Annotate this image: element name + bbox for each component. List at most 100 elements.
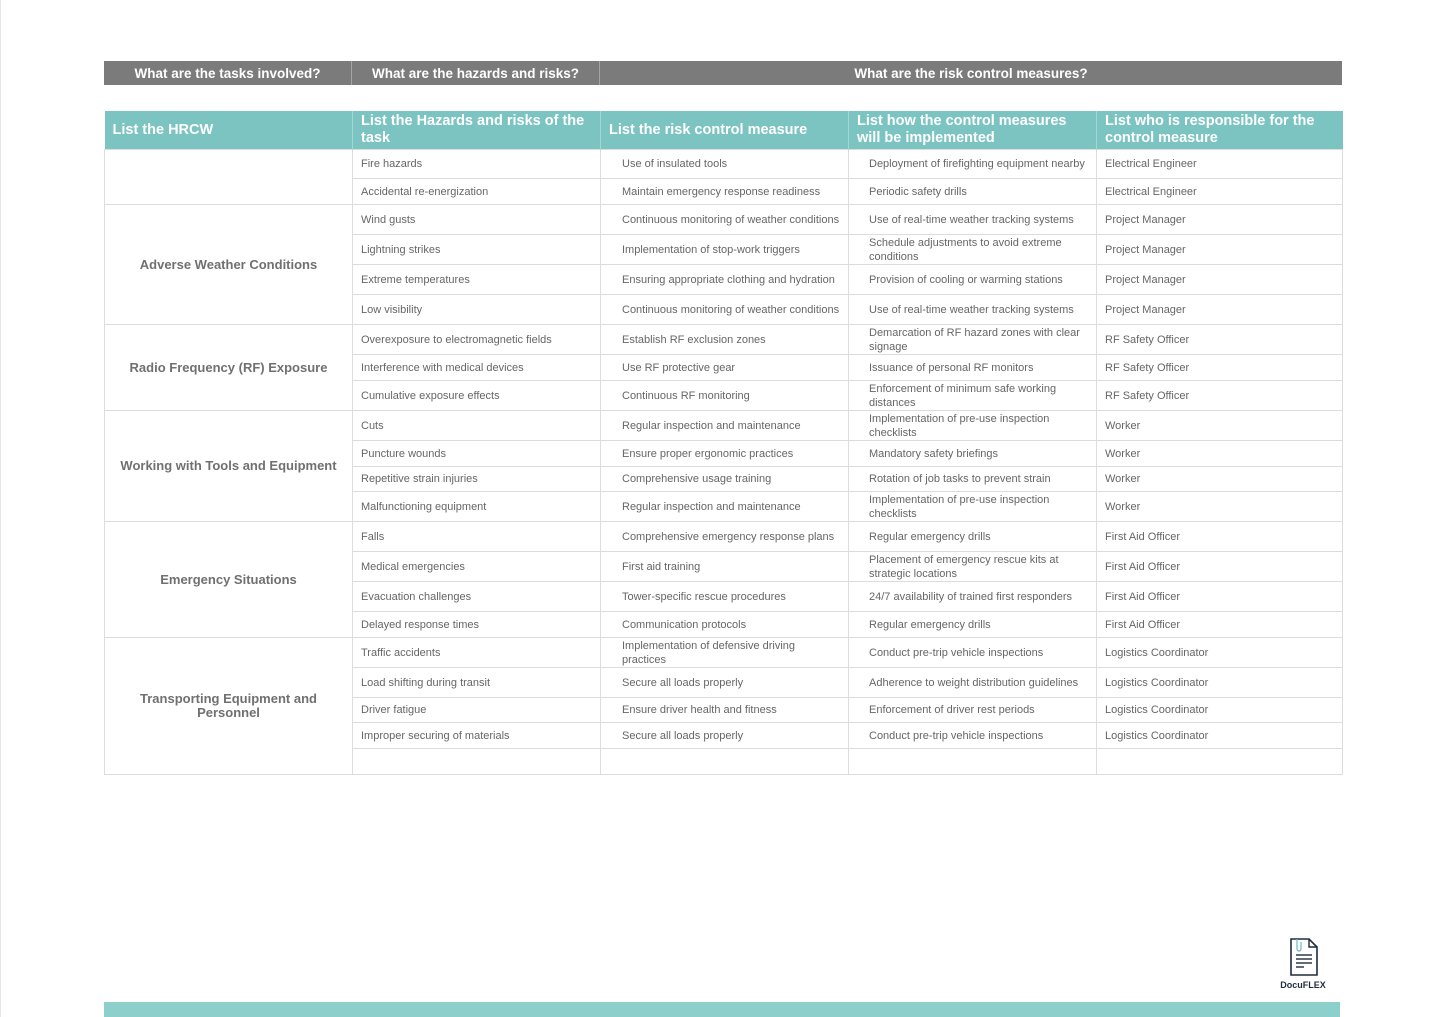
responsible-cell: RF Safety Officer xyxy=(1096,354,1343,381)
control-cell: Comprehensive usage training xyxy=(600,466,849,492)
control-cell: Secure all loads properly xyxy=(600,667,849,698)
responsible-cell: Logistics Coordinator xyxy=(1096,697,1343,723)
responsible-cell: Worker xyxy=(1096,466,1343,492)
task-cell: Working with Tools and Equipment xyxy=(104,410,353,522)
hazard-cell: Puncture wounds xyxy=(352,440,601,467)
control-cell: Maintain emergency response readiness xyxy=(600,178,849,205)
logo-name: DocuFLEX xyxy=(1280,980,1326,990)
responsible-cell xyxy=(1096,748,1343,775)
responsible-cell: Worker xyxy=(1096,440,1343,467)
control-cell: First aid training xyxy=(600,551,849,582)
control-cell: Use RF protective gear xyxy=(600,354,849,381)
control-cell: Ensure proper ergonomic practices xyxy=(600,440,849,467)
column-header-responsible: List who is responsible for the control … xyxy=(1096,111,1343,150)
section-header-hazards: What are the hazards and risks? xyxy=(352,61,600,85)
implementation-cell: Conduct pre-trip vehicle inspections xyxy=(848,722,1097,749)
responsible-cell: Worker xyxy=(1096,410,1343,441)
section-header-controls: What are the risk control measures? xyxy=(854,65,1088,81)
hazard-cell: Repetitive strain injuries xyxy=(352,466,601,492)
responsible-cell: First Aid Officer xyxy=(1096,521,1343,552)
hazard-cell: Malfunctioning equipment xyxy=(352,491,601,522)
control-cell: Ensuring appropriate clothing and hydrat… xyxy=(600,264,849,295)
control-cell: Continuous monitoring of weather conditi… xyxy=(600,204,849,235)
section-header-bar: What are the tasks involved? What are th… xyxy=(104,61,1342,85)
hazard-cell: Overexposure to electromagnetic fields xyxy=(352,324,601,355)
implementation-cell: Use of real-time weather tracking system… xyxy=(848,294,1097,325)
implementation-cell: Deployment of firefighting equipment nea… xyxy=(848,149,1097,179)
task-cell: Transporting Equipment and Personnel xyxy=(104,637,353,775)
responsible-cell: RF Safety Officer xyxy=(1096,324,1343,355)
hazard-cell: Lightning strikes xyxy=(352,234,601,265)
responsible-cell: Electrical Engineer xyxy=(1096,178,1343,205)
hazard-cell: Wind gusts xyxy=(352,204,601,235)
hazard-cell: Cuts xyxy=(352,410,601,441)
task-cell: Adverse Weather Conditions xyxy=(104,204,353,325)
hazard-cell xyxy=(352,748,601,775)
implementation-cell: Rotation of job tasks to prevent strain xyxy=(848,466,1097,492)
column-header-hrcw: List the HRCW xyxy=(104,111,353,150)
implementation-cell: Issuance of personal RF monitors xyxy=(848,354,1097,381)
risk-assessment-table: List the HRCW List the Hazards and risks… xyxy=(104,111,1343,775)
responsible-cell: First Aid Officer xyxy=(1096,581,1343,612)
section-header-tasks: What are the tasks involved? xyxy=(104,61,352,85)
hazard-cell: Falls xyxy=(352,521,601,552)
control-cell: Ensure driver health and fitness xyxy=(600,697,849,723)
control-cell: Comprehensive emergency response plans xyxy=(600,521,849,552)
implementation-cell xyxy=(848,748,1097,775)
implementation-cell: Demarcation of RF hazard zones with clea… xyxy=(848,324,1097,355)
responsible-cell: Logistics Coordinator xyxy=(1096,722,1343,749)
implementation-cell: Placement of emergency rescue kits at st… xyxy=(848,551,1097,582)
table-row: Working with Tools and Equipment Cuts Regu… xyxy=(104,410,1343,522)
responsible-cell: Logistics Coordinator xyxy=(1096,637,1343,668)
page-edge xyxy=(0,0,1,1017)
implementation-cell: Mandatory safety briefings xyxy=(848,440,1097,467)
table-row: Emergency Situations Falls Comprehensive e… xyxy=(104,521,1343,638)
hazard-cell: Improper securing of materials xyxy=(352,722,601,749)
responsible-cell: First Aid Officer xyxy=(1096,611,1343,638)
responsible-cell: First Aid Officer xyxy=(1096,551,1343,582)
control-cell: Communication protocols xyxy=(600,611,849,638)
task-cell: Radio Frequency (RF) Exposure xyxy=(104,324,353,411)
task-cell: Emergency Situations xyxy=(104,521,353,638)
control-cell: Tower-specific rescue procedures xyxy=(600,581,849,612)
table-row: Radio Frequency (RF) Exposure Overexposur… xyxy=(104,324,1343,411)
implementation-cell: Regular emergency drills xyxy=(848,521,1097,552)
task-cell xyxy=(104,149,353,205)
implementation-cell: Adherence to weight distribution guideli… xyxy=(848,667,1097,698)
column-header-hazards: List the Hazards and risks of the task xyxy=(352,111,601,150)
control-cell: Implementation of stop-work triggers xyxy=(600,234,849,265)
control-cell: Use of insulated tools xyxy=(600,149,849,179)
implementation-cell: Enforcement of minimum safe working dist… xyxy=(848,380,1097,411)
hazard-cell: Evacuation challenges xyxy=(352,581,601,612)
control-cell: Secure all loads properly xyxy=(600,722,849,749)
table-body: Fire hazards Use of insulated tools Deploy… xyxy=(104,149,1343,775)
hazard-cell: Load shifting during transit xyxy=(352,667,601,698)
responsible-cell: Project Manager xyxy=(1096,294,1343,325)
column-header-row: List the HRCW List the Hazards and risks… xyxy=(104,111,1343,150)
implementation-cell: Use of real-time weather tracking system… xyxy=(848,204,1097,235)
implementation-cell: Schedule adjustments to avoid extreme co… xyxy=(848,234,1097,265)
table-row: Fire hazards Use of insulated tools Deploy… xyxy=(104,149,1343,205)
implementation-cell: Implementation of pre-use inspection che… xyxy=(848,491,1097,522)
docuflex-logo: DocuFLEX xyxy=(1278,937,1328,990)
hazard-cell: Medical emergencies xyxy=(352,551,601,582)
responsible-cell: Project Manager xyxy=(1096,264,1343,295)
implementation-cell: Implementation of pre-use inspection che… xyxy=(848,410,1097,441)
hazard-cell: Cumulative exposure effects xyxy=(352,380,601,411)
responsible-cell: Project Manager xyxy=(1096,204,1343,235)
control-cell: Continuous RF monitoring xyxy=(600,380,849,411)
control-cell: Continuous monitoring of weather conditi… xyxy=(600,294,849,325)
responsible-cell: RF Safety Officer xyxy=(1096,380,1343,411)
table-row: Transporting Equipment and Personnel Traf… xyxy=(104,637,1343,775)
control-cell: Implementation of defensive driving prac… xyxy=(600,637,849,668)
implementation-cell: Periodic safety drills xyxy=(848,178,1097,205)
implementation-cell: Conduct pre-trip vehicle inspections xyxy=(848,637,1097,668)
responsible-cell: Worker xyxy=(1096,491,1343,522)
control-cell: Establish RF exclusion zones xyxy=(600,324,849,355)
hazard-cell: Extreme temperatures xyxy=(352,264,601,295)
hazard-cell: Interference with medical devices xyxy=(352,354,601,381)
hazard-cell: Accidental re-energization xyxy=(352,178,601,205)
responsible-cell: Logistics Coordinator xyxy=(1096,667,1343,698)
implementation-cell: 24/7 availability of trained first respo… xyxy=(848,581,1097,612)
responsible-cell: Project Manager xyxy=(1096,234,1343,265)
